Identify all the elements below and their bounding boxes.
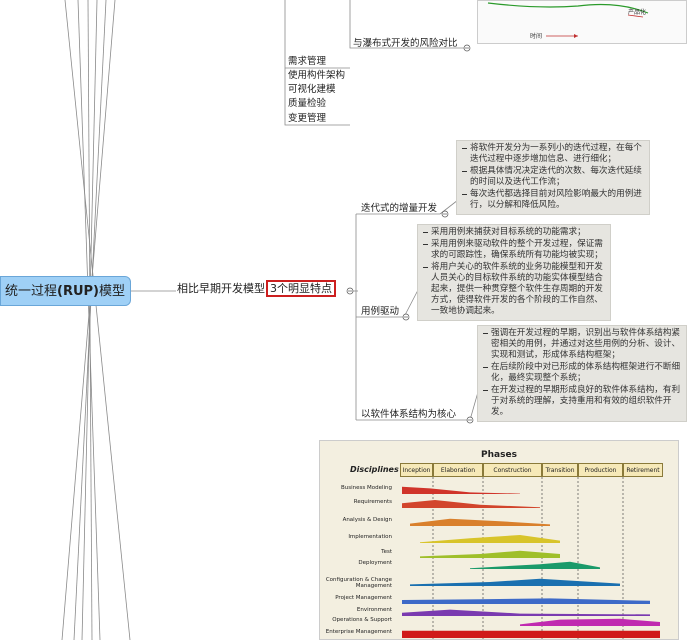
discipline-hump [410,518,550,526]
practice-visual-modeling[interactable]: 可视化建模 [288,84,336,96]
risk-comparison-topic[interactable]: 与瀑布式开发的风险对比 [353,38,458,50]
discipline-hump [410,578,620,586]
root-suffix: 模型 [99,284,126,299]
note-architecture: 强调在开发过程的早期，识别出与软件体系结构紧密相关的用例，并通过对这些用例的分析… [477,325,687,422]
note-item: 采用用例来驱动软件的整个开发过程，保证需求的可跟踪性，确保系统所有功能均被实现； [422,239,607,261]
feature-use-case-driven[interactable]: 用例驱动 [361,306,399,318]
discipline-hump [420,535,560,543]
note-item: 将软件开发分为一系列小的迭代过程，在每个迭代过程中逐步增加信息、进行细化； [461,143,646,165]
note-item: 根据具体情况决定迭代的次数、每次迭代延续的时间以及迭代工作流； [461,166,646,188]
note-item: 在后续阶段中对已形成的体系结构框架进行不断细化，最终实现整个系统； [482,362,683,384]
feature-iterative[interactable]: 迭代式的增量开发 [361,203,437,215]
compare-label: 相比早期开发模型 [177,282,265,295]
discipline-hump [402,598,650,604]
discipline-hump [402,486,520,494]
note-item: 每次迭代都选择目前对风险影响最大的用例进行，以分解和降低风险。 [461,189,646,211]
root-prefix: 统一过程 [5,284,58,299]
compare-topic[interactable]: 相比早期开发模型 3个明显特点 [177,280,336,297]
root-topic[interactable]: 统一过程(RUP)模型 [0,276,131,306]
practice-quality[interactable]: 质量检验 [288,98,326,110]
rup-phases-image: Phases Disciplines Inception Elaboration C… [319,440,679,640]
note-item: 将用户关心的软件系统的业务功能模型和开发人员关心的目标软件系统的功能实体模型结合… [422,262,607,317]
discipline-hump [402,609,650,616]
discipline-hump [420,550,560,558]
note-use-case: 采用用例来捕获对目标系统的功能需求； 采用用例来驱动软件的整个开发过程，保证需求… [417,224,611,321]
note-item: 强调在开发过程的早期，识别出与软件体系结构紧密相关的用例，并通过对这些用例的分析… [482,328,683,361]
discipline-hump [470,561,600,569]
risk-chart-image: 产品化 时间 [477,0,687,44]
note-iterative: 将软件开发分为一系列小的迭代过程，在每个迭代过程中逐步增加信息、进行细化； 根据… [456,140,650,215]
discipline-hump [402,500,540,508]
feature-architecture-centric[interactable]: 以软件体系结构为核心 [361,409,456,421]
note-item: 采用用例来捕获对目标系统的功能需求； [422,227,607,238]
phases-humps [402,477,660,639]
root-bold: (RUP) [57,284,99,299]
discipline-hump [402,630,660,638]
risk-chart-annotation: 产品化 [628,8,646,16]
practice-requirements[interactable]: 需求管理 [288,56,326,68]
practice-components[interactable]: 使用构件架构 [288,70,345,82]
discipline-hump [520,618,660,626]
mindmap-canvas: 产品化 时间 与瀑布式开发的风险对比 需求管理 使用构件架构 可视化建模 质量检… [0,0,687,640]
note-item: 在开发过程的早期形成良好的软件体系结构，有利于对系统的理解，支持重用和有效的组织… [482,385,683,418]
compare-highlight: 3个明显特点 [266,280,336,297]
risk-chart-xlabel: 时间 [530,32,542,40]
practice-change-management[interactable]: 变更管理 [288,113,326,125]
